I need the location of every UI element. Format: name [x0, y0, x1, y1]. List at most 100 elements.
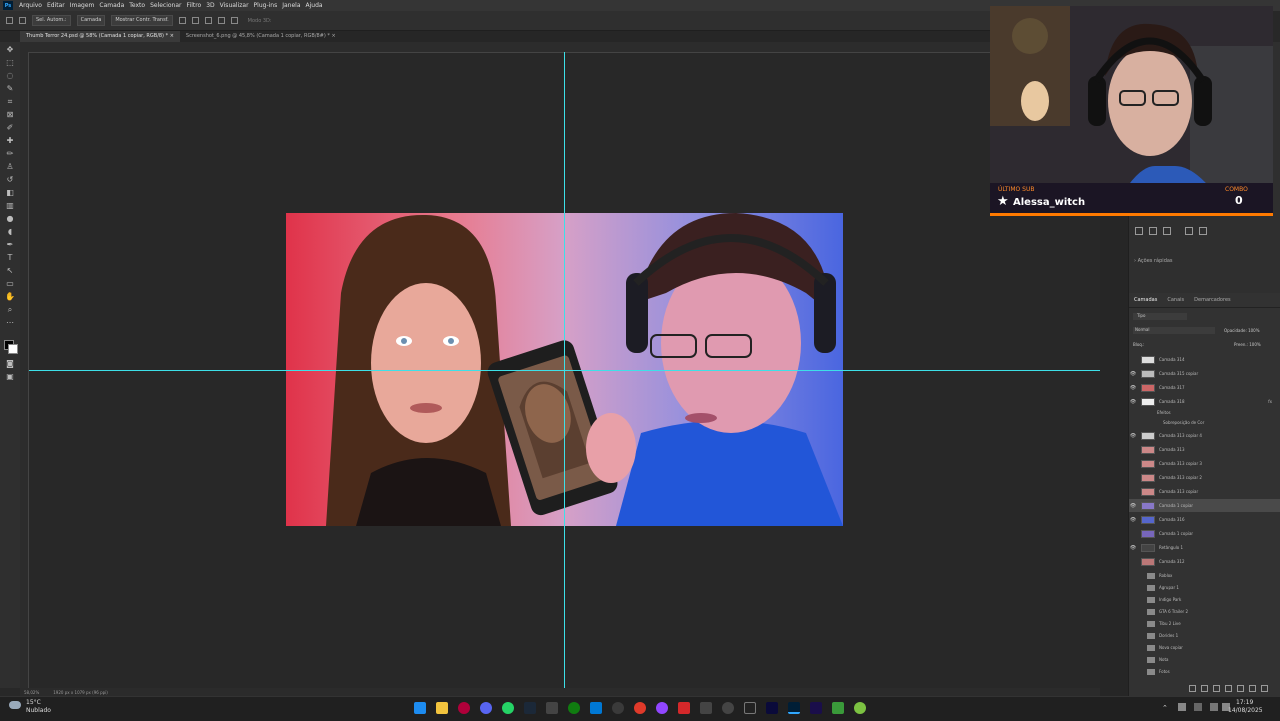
clone-stamp-icon[interactable]: ♙: [5, 163, 15, 171]
home-icon[interactable]: [6, 17, 13, 24]
menu-texto[interactable]: Texto: [129, 2, 145, 9]
weather-temp[interactable]: 15°C: [26, 699, 41, 706]
app-icon[interactable]: [678, 702, 690, 714]
layer-row[interactable]: Camada 1 copiar: [1129, 527, 1280, 540]
network-icon[interactable]: [1210, 703, 1218, 711]
menu-janela[interactable]: Janela: [282, 2, 300, 9]
history-brush-icon[interactable]: ↺: [5, 176, 15, 184]
eyedropper-icon[interactable]: ✐: [5, 124, 15, 132]
whatsapp-icon[interactable]: [502, 702, 514, 714]
auto-select-checkbox[interactable]: Sel. Autom.:: [32, 15, 71, 26]
clock-time[interactable]: 17:19: [1236, 699, 1253, 706]
blend-mode-dropdown[interactable]: Normal: [1133, 327, 1215, 334]
menu-plugins[interactable]: Plug-ins: [254, 2, 278, 9]
app-icon[interactable]: [832, 702, 844, 714]
gradient-icon[interactable]: ▥: [5, 202, 15, 210]
menu-arquivo[interactable]: Arquivo: [19, 2, 42, 9]
tray-icon[interactable]: [1194, 703, 1202, 711]
brush-tool-icon[interactable]: ✏: [5, 150, 15, 158]
mask-icon[interactable]: [1213, 685, 1220, 692]
steam-icon[interactable]: [524, 702, 536, 714]
menu-ajuda[interactable]: Ajuda: [306, 2, 323, 9]
xbox-icon[interactable]: [568, 702, 580, 714]
frame-tool-icon[interactable]: ⊠: [5, 111, 15, 119]
marquee-tool-icon[interactable]: ⬚: [5, 59, 15, 67]
hand-tool-icon[interactable]: ✋: [5, 293, 15, 301]
zoom-tool-icon[interactable]: ⌕: [5, 306, 15, 314]
eye-icon[interactable]: 👁: [1129, 503, 1137, 509]
premiere-icon[interactable]: [766, 702, 778, 714]
eye-icon[interactable]: 👁: [1129, 545, 1137, 551]
new-group-icon[interactable]: [1237, 685, 1244, 692]
layer-row[interactable]: Camada 313 copiar 2: [1129, 471, 1280, 484]
tray-icon[interactable]: [1178, 703, 1186, 711]
ruler-vertical[interactable]: [20, 52, 29, 688]
fill-value[interactable]: 100%: [1249, 342, 1260, 347]
weather-desc[interactable]: Nublado: [26, 707, 51, 714]
eye-icon[interactable]: 👁: [1129, 517, 1137, 523]
healing-brush-icon[interactable]: ✚: [5, 137, 15, 145]
crop-tool-icon[interactable]: ⌗: [5, 98, 15, 106]
align-right-icon[interactable]: [1163, 227, 1171, 235]
close-icon[interactable]: ×: [170, 33, 174, 39]
layer-row[interactable]: 👁 Camada 317: [1129, 381, 1280, 394]
guide-horizontal[interactable]: [29, 370, 1100, 371]
menu-selecionar[interactable]: Selecionar: [150, 2, 181, 9]
zoom-level[interactable]: 58,02%: [24, 690, 39, 695]
align-left-icon[interactable]: [1135, 227, 1143, 235]
layer-row[interactable]: 👁 Camada 316: [1129, 513, 1280, 526]
menu-camada[interactable]: Camada: [99, 2, 124, 9]
background-color-swatch[interactable]: [8, 344, 18, 354]
layer-row[interactable]: Camada 313: [1129, 443, 1280, 456]
tab-screenshot[interactable]: Screenshot_6.png @ 45,8% (Camada 1 copia…: [180, 31, 342, 42]
app-icon[interactable]: [854, 702, 866, 714]
quick-mask-icon[interactable]: ◙: [5, 360, 15, 368]
menu-filtro[interactable]: Filtro: [187, 2, 202, 9]
chevron-up-icon[interactable]: ⌃: [1162, 704, 1168, 712]
distribute-icon[interactable]: [217, 17, 225, 24]
eye-icon[interactable]: 👁: [1129, 433, 1137, 439]
menu-editar[interactable]: Editar: [47, 2, 65, 9]
layer-row[interactable]: Camada 314: [1129, 353, 1280, 366]
app-icon[interactable]: [612, 702, 624, 714]
menu-3d[interactable]: 3D: [206, 2, 214, 9]
menu-imagem[interactable]: Imagem: [70, 2, 95, 9]
eye-icon[interactable]: 👁: [1129, 399, 1137, 405]
layer-row[interactable]: Camada 313 copiar 3: [1129, 457, 1280, 470]
twitch-icon[interactable]: [656, 702, 668, 714]
eraser-icon[interactable]: ◧: [5, 189, 15, 197]
align-left-icon[interactable]: [178, 17, 186, 24]
settings-icon[interactable]: [722, 702, 734, 714]
show-transform-checkbox[interactable]: Mostrar Contr. Transf.: [111, 15, 173, 26]
quick-select-icon[interactable]: ✎: [5, 85, 15, 93]
align-middle-icon[interactable]: [1199, 227, 1207, 235]
layer-row[interactable]: 👁 Retângulo 1: [1129, 541, 1280, 554]
menu-visualizar[interactable]: Visualizar: [220, 2, 249, 9]
photoshop-logo-icon[interactable]: Ps: [3, 1, 13, 10]
document-info[interactable]: 1920 px x 1079 px (96 ppi): [53, 690, 108, 695]
photoshop-taskbar-icon[interactable]: [788, 702, 800, 714]
app-icon[interactable]: [590, 702, 602, 714]
more-options-icon[interactable]: [230, 17, 238, 24]
align-center-icon[interactable]: [1149, 227, 1157, 235]
layer-filter-dropdown[interactable]: Tipo: [1133, 313, 1187, 320]
app-icon[interactable]: [634, 702, 646, 714]
type-tool-icon[interactable]: T: [5, 254, 15, 262]
adjustment-icon[interactable]: [1225, 685, 1232, 692]
layer-row[interactable]: 👁 Camada 313 copiar 4: [1129, 429, 1280, 442]
close-icon[interactable]: ×: [332, 33, 336, 39]
eye-icon[interactable]: 👁: [1129, 385, 1137, 391]
screen-mode-icon[interactable]: ▣: [5, 373, 15, 381]
layer-row-selected[interactable]: 👁 Camada 1 copiar: [1129, 499, 1280, 512]
weather-icon[interactable]: [9, 701, 21, 709]
eye-icon[interactable]: 👁: [1129, 371, 1137, 377]
discord-icon[interactable]: [480, 702, 492, 714]
layer-effect-item[interactable]: Sobreposição de Cor: [1129, 416, 1280, 429]
layer-row[interactable]: Camada 312: [1129, 555, 1280, 568]
shape-tool-icon[interactable]: ▭: [5, 280, 15, 288]
opacity-control[interactable]: Opacidade: 100%: [1224, 328, 1260, 333]
quick-actions-label[interactable]: › Ações rápidas: [1134, 258, 1173, 264]
align-top-icon[interactable]: [1185, 227, 1193, 235]
link-layers-icon[interactable]: [1189, 685, 1196, 692]
file-explorer-icon[interactable]: [436, 702, 448, 714]
